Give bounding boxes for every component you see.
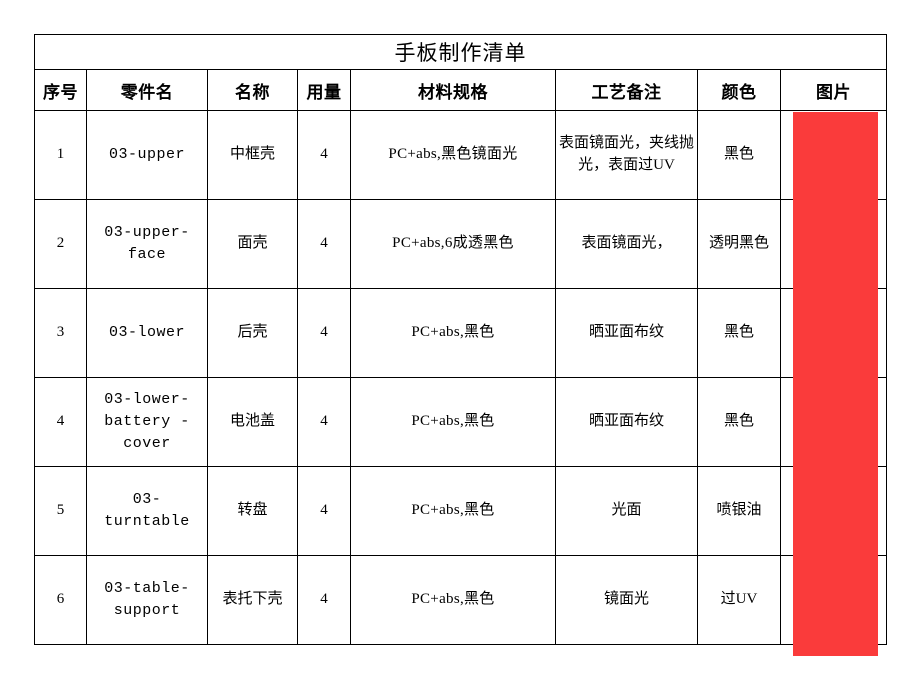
cell-process-note[interactable]: 镜面光 [555,555,698,645]
header-part-number[interactable]: 零件名 [86,69,208,111]
header-quantity[interactable]: 用量 [297,69,351,111]
product-image-placeholder[interactable] [793,112,878,656]
header-picture[interactable]: 图片 [780,69,887,111]
cell-index[interactable]: 5 [34,466,87,556]
cell-color[interactable]: 黑色 [697,110,781,200]
cell-index[interactable]: 2 [34,199,87,289]
cell-name[interactable]: 后壳 [207,288,298,378]
cell-quantity[interactable]: 4 [297,199,351,289]
cell-process-note[interactable]: 表面镜面光， [555,199,698,289]
cell-name[interactable]: 转盘 [207,466,298,556]
cell-index[interactable]: 4 [34,377,87,467]
cell-color[interactable]: 喷银油 [697,466,781,556]
table-row[interactable]: 6 03-table- support 表托下壳 4 PC+abs,黑色 镜面光… [34,555,887,645]
table-row[interactable]: 2 03-upper-face 面壳 4 PC+abs,6成透黑色 表面镜面光，… [34,199,887,289]
cell-name[interactable]: 面壳 [207,199,298,289]
cell-process-note[interactable]: 晒亚面布纹 [555,377,698,467]
cell-index[interactable]: 1 [34,110,87,200]
table-row[interactable]: 1 03-upper 中框壳 4 PC+abs,黑色镜面光 表面镜面光，夹线抛光… [34,110,887,200]
cell-color[interactable]: 透明黑色 [697,199,781,289]
cell-material-spec[interactable]: PC+abs,黑色 [350,377,556,467]
header-material-spec[interactable]: 材料规格 [350,69,556,111]
cell-part-number[interactable]: 03- turntable [86,466,208,556]
table-row[interactable]: 3 03-lower 后壳 4 PC+abs,黑色 晒亚面布纹 黑色 [34,288,887,378]
parts-manufacturing-table: 手板制作清单 序号 零件名 名称 用量 材料规格 工艺备注 颜色 图片 1 03… [34,34,887,645]
header-name[interactable]: 名称 [207,69,298,111]
table-header-row: 序号 零件名 名称 用量 材料规格 工艺备注 颜色 图片 [34,69,887,111]
cell-name[interactable]: 中框壳 [207,110,298,200]
document-title: 手板制作清单 [34,34,887,70]
cell-color[interactable]: 黑色 [697,377,781,467]
header-color[interactable]: 颜色 [697,69,781,111]
cell-material-spec[interactable]: PC+abs,黑色 [350,466,556,556]
cell-index[interactable]: 6 [34,555,87,645]
cell-quantity[interactable]: 4 [297,110,351,200]
cell-name[interactable]: 表托下壳 [207,555,298,645]
cell-process-note[interactable]: 晒亚面布纹 [555,288,698,378]
cell-part-number[interactable]: 03-lower- battery -cover [86,377,208,467]
cell-process-note[interactable]: 表面镜面光，夹线抛光，表面过UV [555,110,698,200]
cell-part-number[interactable]: 03-upper-face [86,199,208,289]
cell-material-spec[interactable]: PC+abs,黑色 [350,288,556,378]
header-process-note[interactable]: 工艺备注 [555,69,698,111]
cell-quantity[interactable]: 4 [297,288,351,378]
cell-material-spec[interactable]: PC+abs,黑色镜面光 [350,110,556,200]
cell-material-spec[interactable]: PC+abs,黑色 [350,555,556,645]
cell-name[interactable]: 电池盖 [207,377,298,467]
header-index[interactable]: 序号 [34,69,87,111]
spreadsheet-canvas: 手板制作清单 序号 零件名 名称 用量 材料规格 工艺备注 颜色 图片 1 03… [0,0,920,684]
cell-color[interactable]: 过UV [697,555,781,645]
cell-index[interactable]: 3 [34,288,87,378]
cell-part-number[interactable]: 03-table- support [86,555,208,645]
cell-color[interactable]: 黑色 [697,288,781,378]
cell-quantity[interactable]: 4 [297,377,351,467]
table-row[interactable]: 4 03-lower- battery -cover 电池盖 4 PC+abs,… [34,377,887,467]
cell-quantity[interactable]: 4 [297,466,351,556]
cell-process-note[interactable]: 光面 [555,466,698,556]
cell-part-number[interactable]: 03-lower [86,288,208,378]
table-title-row: 手板制作清单 [34,34,887,70]
cell-quantity[interactable]: 4 [297,555,351,645]
cell-material-spec[interactable]: PC+abs,6成透黑色 [350,199,556,289]
cell-part-number[interactable]: 03-upper [86,110,208,200]
table-row[interactable]: 5 03- turntable 转盘 4 PC+abs,黑色 光面 喷银油 [34,466,887,556]
